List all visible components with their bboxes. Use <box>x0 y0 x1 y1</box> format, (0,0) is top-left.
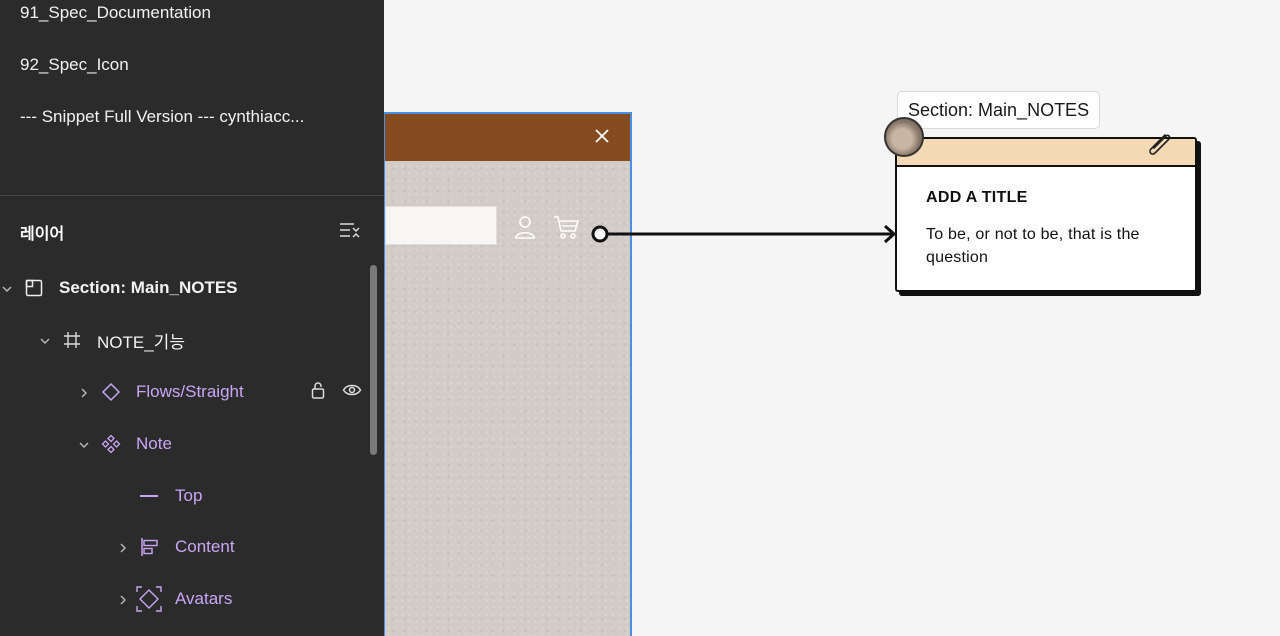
layer-label: Note <box>136 434 172 453</box>
layer-label: Avatars <box>175 589 233 608</box>
section-icon <box>24 278 44 298</box>
wall-texture-background <box>385 114 630 636</box>
chevron-down-icon[interactable] <box>77 437 91 451</box>
layer-row-note[interactable]: Note <box>77 432 172 456</box>
website-preview-frame[interactable] <box>383 112 632 636</box>
collapse-layers-icon[interactable] <box>339 221 361 239</box>
layer-row-flows-straight[interactable]: Flows/Straight <box>77 380 244 404</box>
auto-layout-icon <box>140 537 160 557</box>
layer-row-top[interactable]: Top <box>139 484 202 508</box>
chevron-right-icon[interactable] <box>116 592 130 606</box>
layer-row-content[interactable]: Content <box>116 535 235 559</box>
note-body[interactable]: To be, or not to be, that is the questio… <box>926 223 1176 269</box>
page-item-spec-icon[interactable]: 92_Spec_Icon <box>20 55 129 75</box>
search-input[interactable] <box>385 206 497 245</box>
flow-connector[interactable] <box>590 224 902 246</box>
chevron-right-icon[interactable] <box>116 540 130 554</box>
line-icon <box>139 486 159 506</box>
frame-icon <box>62 330 82 350</box>
note-title[interactable]: ADD A TITLE <box>926 189 1028 207</box>
sticky-note[interactable]: ADD A TITLE To be, or not to be, that is… <box>895 134 1197 292</box>
scrollbar[interactable] <box>370 265 377 455</box>
section-label[interactable]: Section: Main_NOTES <box>897 91 1101 129</box>
layer-row-section[interactable]: Section: Main_NOTES <box>0 276 238 300</box>
component-icon <box>101 434 121 454</box>
divider <box>0 195 384 196</box>
avatar <box>884 117 924 157</box>
layers-panel-title: 레이어 <box>20 226 65 243</box>
paperclip-icon <box>1143 129 1177 163</box>
component-instance-icon <box>101 382 121 402</box>
chevron-right-icon[interactable] <box>77 385 91 399</box>
top-banner <box>385 114 630 161</box>
layer-row-note-frame[interactable]: NOTE_기능 <box>38 328 185 352</box>
user-icon[interactable] <box>513 214 537 240</box>
layer-label: Section: Main_NOTES <box>59 278 238 297</box>
layer-row-avatars[interactable]: Avatars <box>116 586 233 612</box>
page-item-snippet[interactable]: --- Snippet Full Version --- cynthiacc..… <box>20 107 304 127</box>
layer-label: NOTE_기능 <box>97 332 185 352</box>
close-icon[interactable] <box>592 126 612 146</box>
layer-row-actions <box>308 380 362 400</box>
layer-label: Top <box>175 486 203 505</box>
page-item-spec-documentation[interactable]: 91_Spec_Documentation <box>20 3 211 23</box>
left-sidebar: 91_Spec_Documentation 92_Spec_Icon --- S… <box>0 0 384 636</box>
cart-icon[interactable] <box>552 214 580 240</box>
layer-label: Flows/Straight <box>136 382 244 401</box>
lock-icon[interactable] <box>308 380 328 400</box>
eye-icon[interactable] <box>342 380 362 400</box>
layer-label: Content <box>175 537 235 556</box>
chevron-down-icon[interactable] <box>38 333 52 347</box>
chevron-down-icon[interactable] <box>0 281 14 295</box>
avatars-frame-icon <box>136 586 162 612</box>
